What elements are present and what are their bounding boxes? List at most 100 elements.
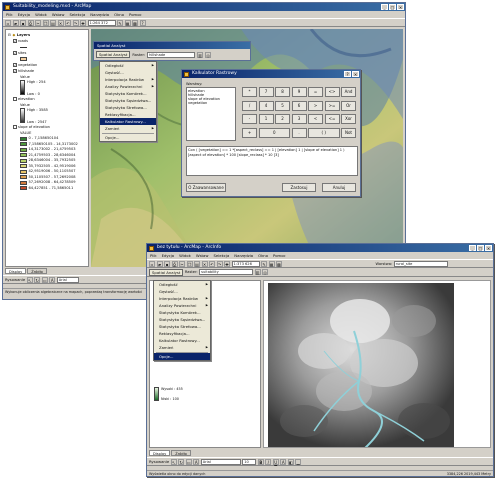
save-icon[interactable]: ▪ bbox=[20, 19, 26, 26]
font-color-icon[interactable]: A bbox=[280, 458, 287, 465]
copy-icon[interactable]: ❐ bbox=[186, 260, 193, 267]
menu-item[interactable]: Odległość ▶ bbox=[154, 281, 210, 288]
tab-source[interactable]: Źródło bbox=[27, 268, 47, 274]
text-icon[interactable]: A bbox=[49, 276, 56, 283]
menu-item[interactable]: Gęstość... bbox=[154, 288, 210, 295]
drawing-menu[interactable]: Rysowanie bbox=[149, 459, 169, 464]
undo-icon[interactable]: ↶ bbox=[209, 260, 215, 267]
contour-icon[interactable]: ◎ bbox=[205, 51, 212, 58]
histogram-icon[interactable]: ▥ bbox=[197, 51, 204, 58]
menu-item[interactable]: Statystyka Strefowa... bbox=[154, 323, 210, 330]
menu-item[interactable]: Analizy Powierzchni ▶ bbox=[100, 83, 156, 90]
line-color-icon[interactable]: ▁ bbox=[295, 458, 302, 465]
keypad-button[interactable]: - bbox=[242, 114, 257, 124]
menu-item[interactable]: Reklasyfikacja... bbox=[154, 330, 210, 337]
layer-checkbox[interactable]: ✓ bbox=[13, 63, 17, 67]
layer-checkbox[interactable] bbox=[13, 125, 17, 129]
editor-icon[interactable]: ✎ bbox=[117, 19, 123, 26]
text-icon[interactable]: A bbox=[193, 458, 200, 465]
menu-item[interactable]: Analizy Powierzchni ▶ bbox=[154, 302, 210, 309]
menu-item[interactable]: Interpolacja Rastrów ▶ bbox=[100, 76, 156, 83]
menu-window[interactable]: Okno bbox=[258, 252, 268, 259]
bold-icon[interactable]: B bbox=[257, 458, 264, 465]
title-bar[interactable]: Suitability_modeling.mxd - ArcMap _ □ × bbox=[3, 3, 405, 11]
keypad-button[interactable]: 8 bbox=[275, 87, 290, 97]
layers-list[interactable]: elevation hillshade slope of elevation v… bbox=[186, 87, 236, 141]
italic-icon[interactable]: I bbox=[265, 458, 272, 465]
keypad-button[interactable]: / bbox=[242, 100, 257, 111]
menu-item[interactable]: Kalkulator Rastrowy... bbox=[154, 337, 210, 344]
menu-item[interactable]: Statystyka Komórek... bbox=[100, 90, 156, 97]
menu-item[interactable]: Kalkulator Rastrowy... bbox=[100, 118, 156, 125]
menu-help[interactable]: Pomoc bbox=[129, 11, 142, 18]
keypad-button[interactable]: > bbox=[308, 100, 323, 111]
menu-insert[interactable]: Wstaw bbox=[196, 252, 209, 259]
menu-view[interactable]: Widok bbox=[35, 11, 47, 18]
raster-calculator-titlebar[interactable]: Kalkulator Rastrowy ? × bbox=[182, 70, 360, 78]
menu-item[interactable]: Statystyka Strefowa... bbox=[100, 104, 156, 111]
redo-icon[interactable]: ↷ bbox=[216, 260, 223, 267]
menu-selection[interactable]: Selekcja bbox=[213, 252, 229, 259]
add-data-icon[interactable]: ✚ bbox=[80, 19, 86, 26]
open-icon[interactable]: ▰ bbox=[156, 260, 163, 267]
redo-icon[interactable]: ↷ bbox=[72, 19, 79, 26]
histogram-icon[interactable]: ▥ bbox=[254, 269, 261, 275]
tab-display[interactable]: Display bbox=[149, 450, 171, 456]
keypad-button[interactable]: And bbox=[341, 87, 356, 97]
keypad-button[interactable]: = bbox=[308, 87, 323, 97]
menu-file[interactable]: Plik bbox=[150, 252, 157, 259]
rectangle-icon[interactable]: ▭ bbox=[185, 458, 192, 465]
keypad-button[interactable]: ( ) bbox=[308, 127, 340, 138]
keypad-button[interactable]: Or bbox=[341, 100, 356, 111]
title-bar[interactable]: bez tytułu - ArcMap - ArcInfo _ □ × bbox=[147, 244, 493, 252]
paste-icon[interactable]: ▤ bbox=[194, 260, 200, 267]
keypad-button[interactable]: 4 bbox=[258, 100, 274, 111]
print-icon[interactable]: ⎙ bbox=[171, 260, 178, 267]
layer-item[interactable]: vegetation bbox=[188, 101, 234, 105]
cancel-button[interactable]: Anuluj bbox=[322, 183, 356, 192]
keypad-button[interactable]: 2 bbox=[275, 114, 290, 124]
font-combo[interactable]: Arial bbox=[56, 276, 79, 283]
menu-insert[interactable]: Wstaw bbox=[52, 11, 65, 18]
minimize-button[interactable]: _ bbox=[469, 245, 476, 251]
menu-view[interactable]: Widok bbox=[179, 252, 191, 259]
raster-combo[interactable]: suitability bbox=[199, 269, 254, 275]
select-arrow-icon[interactable]: ↖ bbox=[170, 458, 177, 465]
select-arrow-icon[interactable]: ↖ bbox=[26, 276, 33, 283]
scale-combo[interactable]: 1:264 372 bbox=[87, 19, 116, 26]
menu-item[interactable]: Odległość ▶ bbox=[100, 62, 156, 69]
paste-icon[interactable]: ▤ bbox=[50, 19, 56, 26]
keypad-button[interactable]: <> bbox=[324, 87, 340, 97]
keypad-button[interactable]: 0 bbox=[258, 127, 290, 138]
rotate-icon[interactable]: ↻ bbox=[34, 276, 41, 283]
drawing-menu[interactable]: Rysowanie bbox=[5, 277, 25, 282]
minimize-button[interactable]: _ bbox=[381, 4, 388, 10]
help-icon[interactable]: ? bbox=[139, 19, 146, 26]
raster-combo[interactable]: hillshade bbox=[147, 51, 196, 58]
menu-file[interactable]: Plik bbox=[6, 11, 13, 18]
contour-icon[interactable]: ◎ bbox=[262, 269, 269, 275]
fill-color-icon[interactable]: ◧ bbox=[287, 458, 294, 465]
menu-tools[interactable]: Narzędzia bbox=[234, 252, 253, 259]
keypad-button[interactable]: + bbox=[242, 127, 257, 138]
menu-help[interactable]: Pomoc bbox=[273, 252, 286, 259]
menu-item[interactable]: Statystyka Komórek... bbox=[154, 309, 210, 316]
maximize-button[interactable]: □ bbox=[389, 4, 396, 10]
menu-item[interactable]: Interpolacja Rastrów ▶ bbox=[154, 295, 210, 302]
menu-item[interactable]: Statystyka Sąsiedztwa... bbox=[100, 97, 156, 104]
scale-combo[interactable]: 1:373 626 bbox=[231, 260, 260, 267]
menu-item[interactable]: Statystyka Sąsiedztwa... bbox=[154, 316, 210, 323]
save-icon[interactable]: ▪ bbox=[164, 260, 170, 267]
collapse-icon[interactable]: ⊟ bbox=[8, 32, 11, 38]
keypad-button[interactable]: 5 bbox=[275, 100, 290, 111]
font-combo[interactable]: Arial bbox=[200, 458, 241, 465]
keypad-button[interactable]: <= bbox=[324, 114, 340, 124]
copy-icon[interactable]: ❐ bbox=[42, 19, 49, 26]
keypad-button[interactable]: * bbox=[242, 87, 257, 97]
evaluate-button[interactable]: Zastosuj bbox=[282, 183, 316, 192]
advanced-button[interactable]: O Zaawansowane bbox=[186, 183, 226, 192]
undo-icon[interactable]: ↶ bbox=[65, 19, 71, 26]
tab-source[interactable]: Źródło bbox=[171, 450, 191, 456]
menu-item[interactable]: Zamień ▶ bbox=[100, 125, 156, 132]
menu-tools[interactable]: Narzędzia bbox=[90, 11, 109, 18]
